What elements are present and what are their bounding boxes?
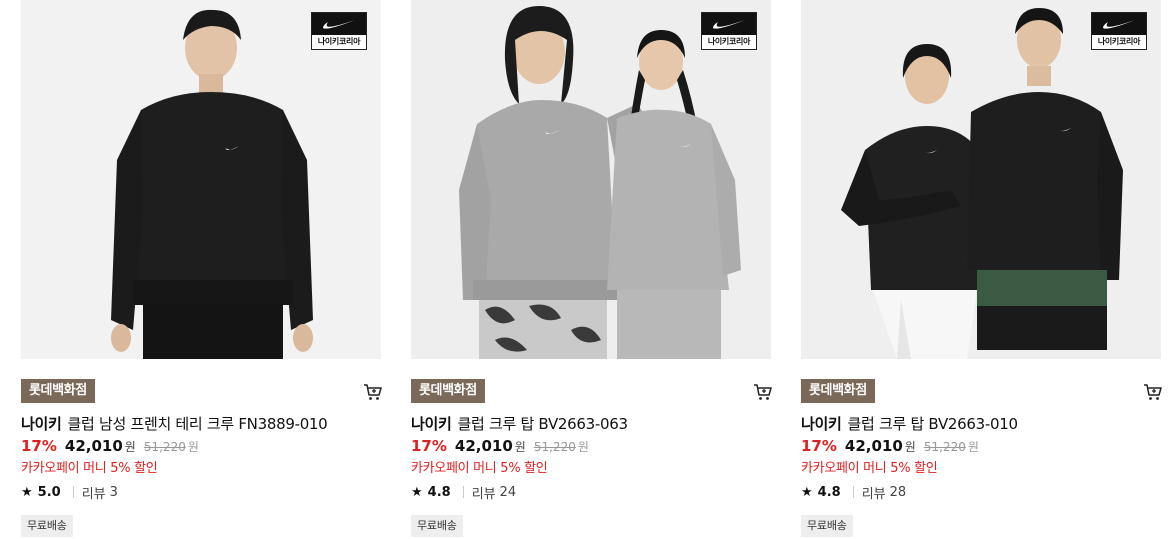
store-tag: 롯데백화점 [801, 379, 875, 403]
product-card[interactable]: 나이키코리아 롯데백화점 나이키 클럽 크루 탑 BV2663-010 17% 4… [801, 0, 1163, 539]
product-image[interactable]: 나이키코리아 [801, 0, 1161, 359]
rating-row: ★ 5.0 리뷰 3 [21, 482, 383, 502]
original-price: 51,220 [143, 440, 186, 454]
currency-unit: 원 [967, 440, 979, 454]
discount-rate: 17% [801, 437, 837, 455]
swoosh-icon [1103, 20, 1135, 29]
divider [462, 486, 464, 498]
sale-price: 42,010 [64, 437, 123, 455]
review-count: 24 [499, 484, 517, 500]
star-icon: ★ [801, 484, 813, 500]
rating-score: 5.0 [37, 484, 61, 500]
discount-rate: 17% [21, 437, 57, 455]
original-price: 51,220 [923, 440, 966, 454]
promo-text: 카카오페이 머니 5% 할인 [801, 461, 938, 476]
star-icon: ★ [21, 484, 33, 500]
promo-text: 카카오페이 머니 5% 할인 [411, 461, 548, 476]
product-card[interactable]: 나이키코리아 롯데백화점 나이키 클럽 크루 탑 BV2663-063 17% 4… [411, 0, 773, 539]
product-photo [411, 0, 771, 359]
rating-score: 4.8 [817, 484, 841, 500]
review-count: 28 [889, 484, 907, 500]
currency-unit: 원 [514, 440, 526, 454]
brand-badge-label: 나이키코리아 [707, 37, 751, 46]
original-price: 51,220 [533, 440, 576, 454]
product-image[interactable]: 나이키코리아 [21, 0, 381, 359]
promo-text: 카카오페이 머니 5% 할인 [21, 461, 158, 476]
product-title[interactable]: 나이키 클럽 남성 프렌치 테리 크루 FN3889-010 [21, 413, 383, 435]
price-row: 17% 42,010 원 51,220 원 [411, 437, 773, 459]
brand-badge: 나이키코리아 [1091, 12, 1147, 50]
sale-price: 42,010 [844, 437, 903, 455]
product-brand: 나이키 [411, 415, 452, 433]
review-label: 리뷰 [471, 486, 496, 502]
store-tag: 롯데백화점 [21, 379, 95, 403]
brand-badge-label: 나이키코리아 [317, 37, 361, 46]
star-icon: ★ [411, 484, 423, 500]
brand-badge: 나이키코리아 [311, 12, 367, 50]
product-brand: 나이키 [801, 415, 842, 433]
review-label: 리뷰 [81, 486, 106, 502]
product-grid: 나이키코리아 롯데백화점 나이키 클럽 남성 프렌치 테리 크루 FN3889-0… [0, 0, 1168, 539]
product-name: 클럽 남성 프렌치 테리 크루 FN3889-010 [67, 415, 328, 433]
currency-unit: 원 [577, 440, 589, 454]
swoosh-icon [713, 20, 745, 29]
sale-price: 42,010 [454, 437, 513, 455]
store-tag: 롯데백화점 [411, 379, 485, 403]
review-label: 리뷰 [861, 486, 886, 502]
free-shipping-tag: 무료배송 [801, 515, 853, 537]
price-row: 17% 42,010 원 51,220 원 [801, 437, 1163, 459]
divider [72, 486, 74, 498]
divider [852, 486, 854, 498]
free-shipping-tag: 무료배송 [411, 515, 463, 537]
brand-badge: 나이키코리아 [701, 12, 757, 50]
product-name: 클럽 크루 탑 BV2663-010 [847, 415, 1019, 433]
product-card[interactable]: 나이키코리아 롯데백화점 나이키 클럽 남성 프렌치 테리 크루 FN3889-0… [21, 0, 383, 539]
product-brand: 나이키 [21, 415, 62, 433]
rating-row: ★ 4.8 리뷰 28 [801, 482, 1163, 502]
rating-row: ★ 4.8 리뷰 24 [411, 482, 773, 502]
product-title[interactable]: 나이키 클럽 크루 탑 BV2663-063 [411, 413, 773, 435]
rating-score: 4.8 [427, 484, 451, 500]
brand-badge-label: 나이키코리아 [1097, 37, 1141, 46]
currency-unit: 원 [904, 440, 916, 454]
product-image[interactable]: 나이키코리아 [411, 0, 771, 359]
cart-icon[interactable] [363, 382, 383, 402]
review-count: 3 [109, 484, 118, 500]
currency-unit: 원 [187, 440, 199, 454]
cart-icon[interactable] [1143, 382, 1163, 402]
product-photo [21, 0, 381, 359]
product-title[interactable]: 나이키 클럽 크루 탑 BV2663-010 [801, 413, 1163, 435]
cart-icon[interactable] [753, 382, 773, 402]
discount-rate: 17% [411, 437, 447, 455]
swoosh-icon [323, 20, 355, 29]
price-row: 17% 42,010 원 51,220 원 [21, 437, 383, 459]
currency-unit: 원 [124, 440, 136, 454]
free-shipping-tag: 무료배송 [21, 515, 73, 537]
product-photo [801, 0, 1161, 359]
product-name: 클럽 크루 탑 BV2663-063 [457, 415, 629, 433]
